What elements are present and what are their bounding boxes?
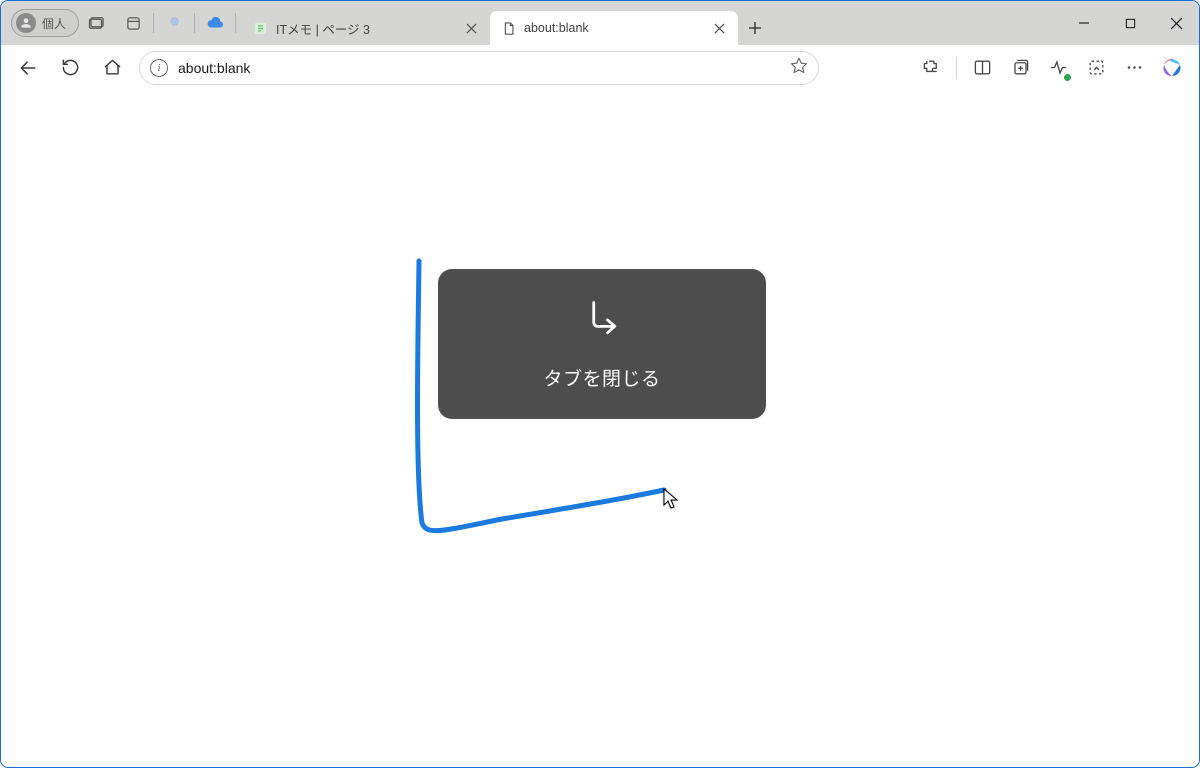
- workspaces-icon[interactable]: [79, 5, 115, 41]
- titlebar: 個人 ITメモ | ページ 3 about:blank: [1, 1, 1199, 45]
- refresh-button[interactable]: [51, 49, 89, 87]
- collections-icon[interactable]: [1001, 49, 1039, 87]
- cloud-icon[interactable]: [197, 5, 233, 41]
- split-screen-icon[interactable]: [963, 49, 1001, 87]
- toolbar: i: [1, 45, 1199, 91]
- page-favicon-icon: [500, 20, 516, 36]
- performance-icon[interactable]: [1039, 49, 1077, 87]
- extensions-icon[interactable]: [912, 49, 950, 87]
- tab-title: about:blank: [524, 21, 702, 35]
- close-tab-icon[interactable]: [462, 19, 480, 37]
- favorite-icon[interactable]: [790, 56, 808, 79]
- copilot-small-icon[interactable]: [156, 5, 192, 41]
- screenshot-icon[interactable]: [1077, 49, 1115, 87]
- close-tab-icon[interactable]: [710, 19, 728, 37]
- maximize-button[interactable]: [1107, 1, 1153, 45]
- site-favicon-icon: [252, 20, 268, 36]
- page-viewport: タブを閉じる: [2, 91, 1198, 766]
- site-info-icon[interactable]: i: [150, 59, 168, 77]
- separator: [235, 13, 236, 33]
- copilot-icon[interactable]: [1153, 49, 1191, 87]
- profile-button[interactable]: 個人: [11, 9, 79, 37]
- status-dot-icon: [1063, 73, 1072, 82]
- separator: [956, 57, 957, 79]
- tab-aboutblank[interactable]: about:blank: [490, 11, 738, 45]
- close-window-button[interactable]: [1153, 1, 1199, 45]
- tab-title: ITメモ | ページ 3: [276, 19, 454, 38]
- menu-icon[interactable]: [1115, 49, 1153, 87]
- person-icon: [16, 13, 36, 33]
- separator: [153, 13, 154, 33]
- window-controls: [1061, 1, 1199, 45]
- minimize-button[interactable]: [1061, 1, 1107, 45]
- home-button[interactable]: [93, 49, 131, 87]
- down-right-arrow-icon: [580, 297, 624, 346]
- back-button[interactable]: [9, 49, 47, 87]
- toolbar-right: [912, 49, 1191, 87]
- tab-actions-icon[interactable]: [115, 5, 151, 41]
- gesture-hint-label: タブを閉じる: [543, 364, 660, 391]
- url-input[interactable]: [178, 60, 780, 76]
- tab-strip: ITメモ | ページ 3 about:blank: [242, 1, 772, 45]
- cursor-icon: [663, 488, 679, 515]
- tab-itmemo[interactable]: ITメモ | ページ 3: [242, 11, 490, 45]
- address-bar[interactable]: i: [139, 51, 819, 85]
- separator: [194, 13, 195, 33]
- gesture-hint-popup: タブを閉じる: [438, 269, 766, 419]
- profile-label: 個人: [42, 15, 66, 32]
- new-tab-button[interactable]: [738, 11, 772, 45]
